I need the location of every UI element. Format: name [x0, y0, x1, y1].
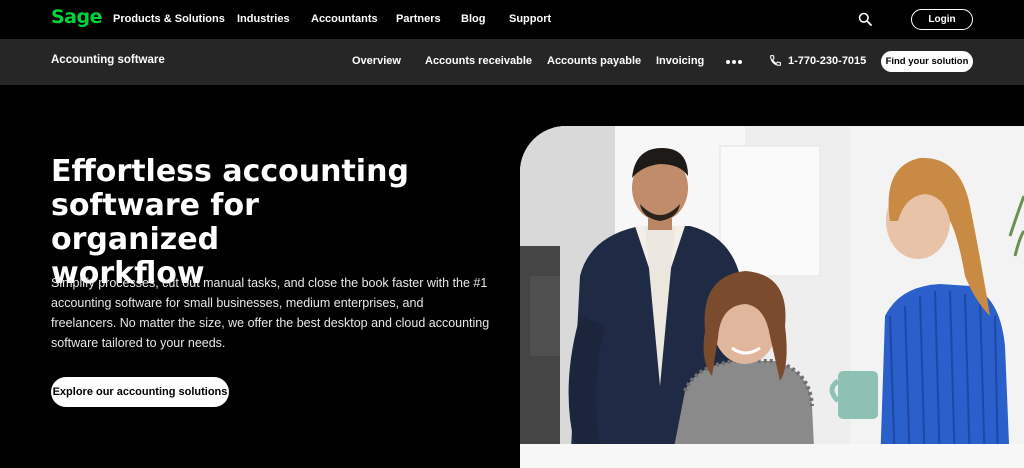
nav-accountants[interactable]: Accountants — [311, 13, 378, 25]
office-people-illustration — [520, 126, 1024, 468]
search-icon[interactable] — [858, 12, 872, 26]
hero-title-line: Effortless accounting — [51, 154, 409, 189]
find-solution-button[interactable]: Find your solution — [881, 51, 973, 72]
subnav-accounts-payable[interactable]: Accounts payable — [547, 55, 641, 67]
hero-title: Effortless accounting software for organ… — [51, 155, 431, 291]
subnav-invoicing[interactable]: Invoicing — [656, 55, 704, 67]
nav-products-solutions[interactable]: Products & Solutions — [113, 13, 225, 25]
hero-image — [520, 126, 1024, 468]
sage-logo[interactable]: Sage — [51, 6, 103, 28]
phone-icon — [770, 55, 781, 66]
subnav-accounts-receivable[interactable]: Accounts receivable — [425, 55, 532, 67]
nav-industries[interactable]: Industries — [237, 13, 290, 25]
nav-blog[interactable]: Blog — [461, 13, 485, 25]
hero-title-line: software for organized — [51, 188, 259, 257]
sub-navigation: Accounting software Overview Accounts re… — [0, 39, 1024, 85]
more-dots-icon[interactable] — [725, 59, 743, 65]
subnav-title[interactable]: Accounting software — [51, 54, 165, 66]
nav-partners[interactable]: Partners — [396, 13, 441, 25]
top-navigation: Sage Products & Solutions Industries Acc… — [0, 0, 1024, 39]
nav-support[interactable]: Support — [509, 13, 551, 25]
login-button[interactable]: Login — [911, 9, 973, 30]
explore-solutions-button[interactable]: Explore our accounting solutions — [51, 377, 229, 407]
hero-description: Simplify processes, cut out manual tasks… — [51, 276, 490, 350]
subnav-overview[interactable]: Overview — [352, 55, 401, 67]
phone-number[interactable]: 1-770-230-7015 — [788, 55, 866, 67]
